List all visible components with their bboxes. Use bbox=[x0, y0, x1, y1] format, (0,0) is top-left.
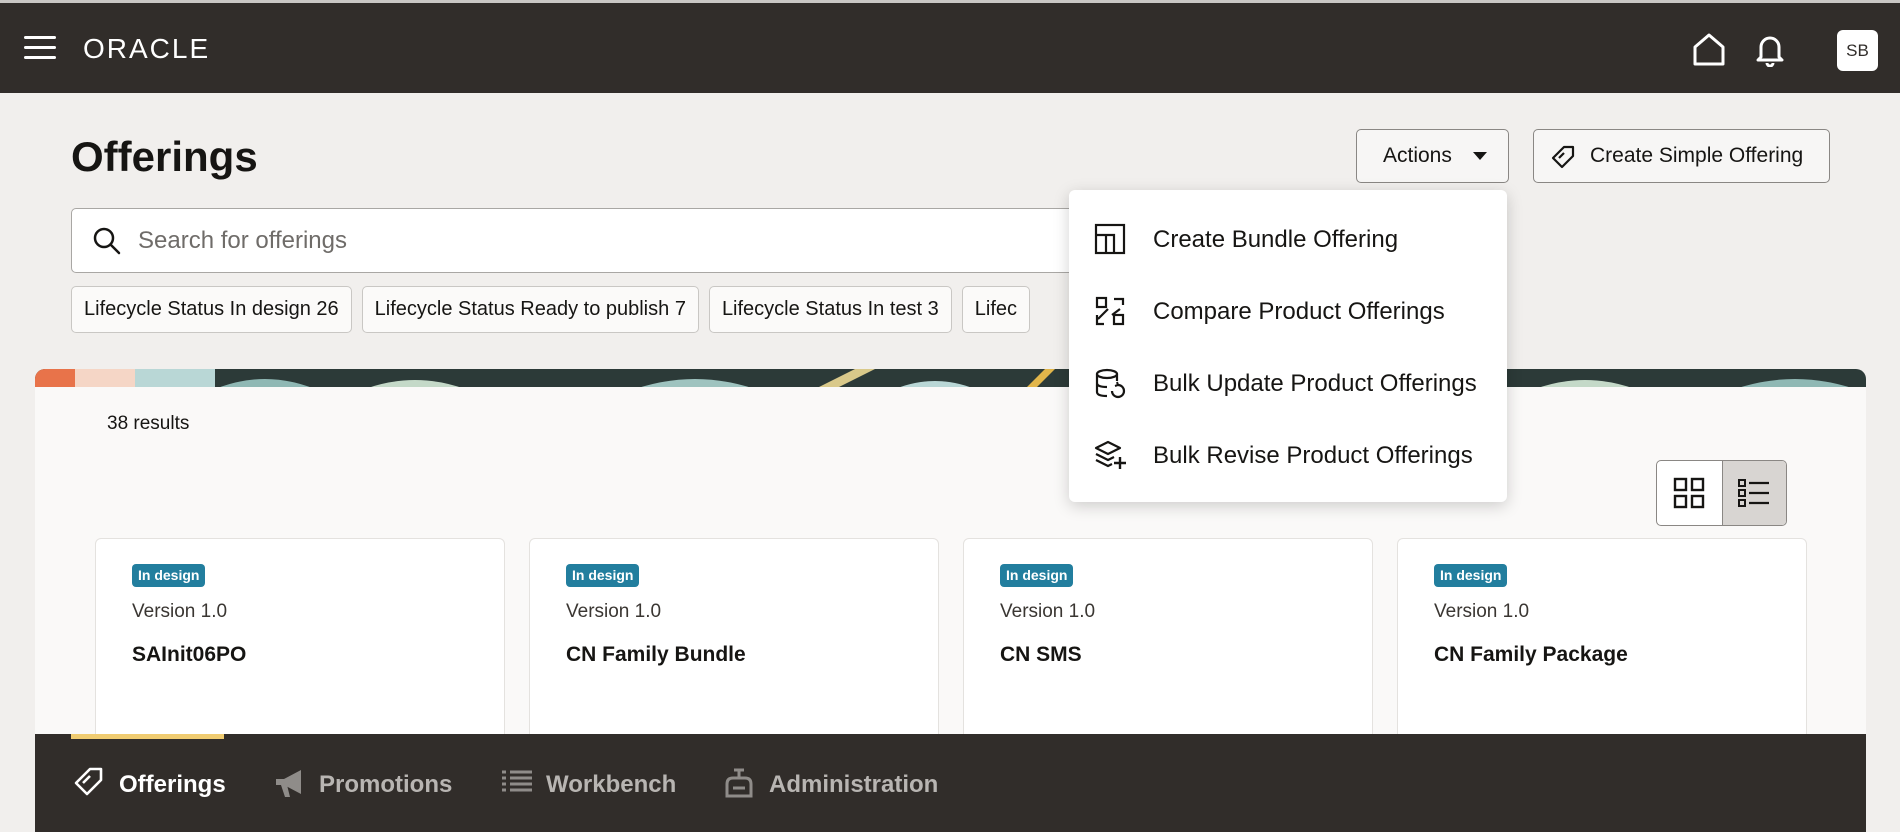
offering-name[interactable]: CN Family Bundle bbox=[566, 643, 746, 667]
tag-icon bbox=[1551, 145, 1575, 169]
offering-name[interactable]: CN Family Package bbox=[1434, 643, 1628, 667]
megaphone-icon bbox=[276, 770, 301, 797]
search-input[interactable] bbox=[138, 219, 1038, 263]
admin-icon bbox=[725, 768, 753, 798]
actions-dropdown-menu: Create Bundle Offering Compare Product O… bbox=[1069, 190, 1507, 502]
chip-field: Lifec bbox=[974, 298, 1017, 320]
view-toggle bbox=[1656, 460, 1787, 526]
offering-version: Version 1.0 bbox=[132, 601, 228, 622]
actions-button-label: Actions bbox=[1383, 144, 1452, 167]
top-header: ORACLE SB bbox=[0, 0, 1900, 93]
chip-count: 7 bbox=[674, 298, 686, 320]
chip-field: Lifecycle Status bbox=[721, 298, 863, 320]
grid-view-icon bbox=[1674, 477, 1705, 509]
chip-count: 3 bbox=[927, 298, 939, 320]
banner-pattern bbox=[35, 369, 1855, 389]
offering-name[interactable]: CN SMS bbox=[1000, 643, 1082, 667]
search-box bbox=[71, 208, 1131, 273]
status-badge: In design bbox=[566, 564, 640, 587]
menu-item-bulk-revise-product-offerings[interactable]: Bulk Revise Product Offerings bbox=[1069, 422, 1507, 488]
offering-version: Version 1.0 bbox=[1434, 601, 1530, 622]
results-count: 38 results bbox=[107, 413, 190, 434]
chip-field: Lifecycle Status bbox=[374, 298, 515, 320]
offering-version: Version 1.0 bbox=[1000, 601, 1096, 622]
chip-value: In design bbox=[229, 298, 311, 320]
offering-version: Version 1.0 bbox=[566, 601, 662, 622]
create-simple-offering-button[interactable]: Create Simple Offering bbox=[1533, 129, 1830, 183]
status-badge: In design bbox=[1000, 564, 1074, 587]
filter-chips: Lifecycle Status In design 26 Lifecycle … bbox=[71, 286, 1081, 333]
nav-tab-administration[interactable]: Administration bbox=[723, 734, 953, 832]
nav-tab-label: Workbench bbox=[546, 771, 677, 798]
grid-view-button[interactable] bbox=[1657, 461, 1722, 525]
search-icon bbox=[93, 227, 121, 255]
nav-tab-offerings[interactable]: Offerings bbox=[73, 734, 226, 832]
status-badge: In design bbox=[132, 564, 206, 587]
menu-item-label: Create Bundle Offering bbox=[1153, 226, 1399, 253]
filter-chip-ready-to-publish[interactable]: Lifecycle Status Ready to publish 7 bbox=[361, 286, 699, 333]
create-simple-offering-label: Create Simple Offering bbox=[1590, 144, 1804, 167]
list-view-button[interactable] bbox=[1721, 461, 1786, 525]
nav-tab-label: Offerings bbox=[119, 771, 226, 798]
menu-item-compare-product-offerings[interactable]: Compare Product Offerings bbox=[1069, 278, 1507, 344]
offering-card[interactable]: In design Version 1.0 CN SMS bbox=[963, 538, 1373, 758]
offering-card[interactable]: In design Version 1.0 CN Family Bundle bbox=[529, 538, 939, 758]
menu-item-label: Compare Product Offerings bbox=[1153, 298, 1445, 325]
page-title: Offerings bbox=[71, 133, 258, 180]
bottom-navigation: Offerings Promotions Workbench Administr… bbox=[35, 734, 1866, 832]
chip-value: Ready to publish bbox=[520, 298, 670, 320]
offering-name[interactable]: SAInit06PO bbox=[132, 643, 246, 667]
offerings-tag-icon bbox=[74, 767, 103, 796]
list-view-icon bbox=[1738, 479, 1770, 507]
filter-chip-in-test[interactable]: Lifecycle Status In test 3 bbox=[708, 286, 952, 333]
nav-tab-promotions[interactable]: Promotions bbox=[273, 734, 453, 832]
caret-down-icon bbox=[1473, 152, 1487, 160]
offering-card[interactable]: In design Version 1.0 CN Family Package bbox=[1397, 538, 1807, 758]
menu-item-label: Bulk Update Product Offerings bbox=[1153, 370, 1477, 397]
oracle-logo[interactable]: ORACLE bbox=[83, 33, 210, 65]
chip-count: 26 bbox=[316, 298, 339, 320]
nav-tab-label: Administration bbox=[769, 771, 939, 798]
chip-field: Lifecycle Status bbox=[84, 298, 225, 320]
chip-value: In test bbox=[867, 298, 923, 320]
nav-tab-label: Promotions bbox=[319, 771, 453, 798]
bundle-icon bbox=[1094, 223, 1126, 255]
notifications-bell-icon[interactable] bbox=[1752, 31, 1788, 67]
menu-item-label: Bulk Revise Product Offerings bbox=[1153, 442, 1473, 469]
menu-item-create-bundle-offering[interactable]: Create Bundle Offering bbox=[1069, 206, 1507, 272]
decorative-banner bbox=[35, 369, 1866, 389]
menu-item-bulk-update-product-offerings[interactable]: Bulk Update Product Offerings bbox=[1069, 350, 1507, 416]
hamburger-menu-icon[interactable] bbox=[24, 36, 56, 60]
bulk-update-icon bbox=[1095, 368, 1126, 399]
compare-icon bbox=[1095, 296, 1125, 326]
filter-chip-in-design[interactable]: Lifecycle Status In design 26 bbox=[71, 286, 352, 333]
status-badge: In design bbox=[1434, 564, 1508, 587]
list-icon bbox=[502, 770, 532, 792]
bulk-revise-icon bbox=[1094, 440, 1126, 469]
nav-tab-workbench[interactable]: Workbench bbox=[500, 734, 680, 832]
actions-button[interactable]: Actions bbox=[1356, 129, 1509, 183]
offering-card[interactable]: In design Version 1.0 SAInit06PO bbox=[95, 538, 505, 758]
filter-chip-truncated[interactable]: Lifec bbox=[961, 286, 1030, 333]
user-avatar[interactable]: SB bbox=[1837, 30, 1878, 71]
home-icon[interactable] bbox=[1691, 31, 1727, 67]
